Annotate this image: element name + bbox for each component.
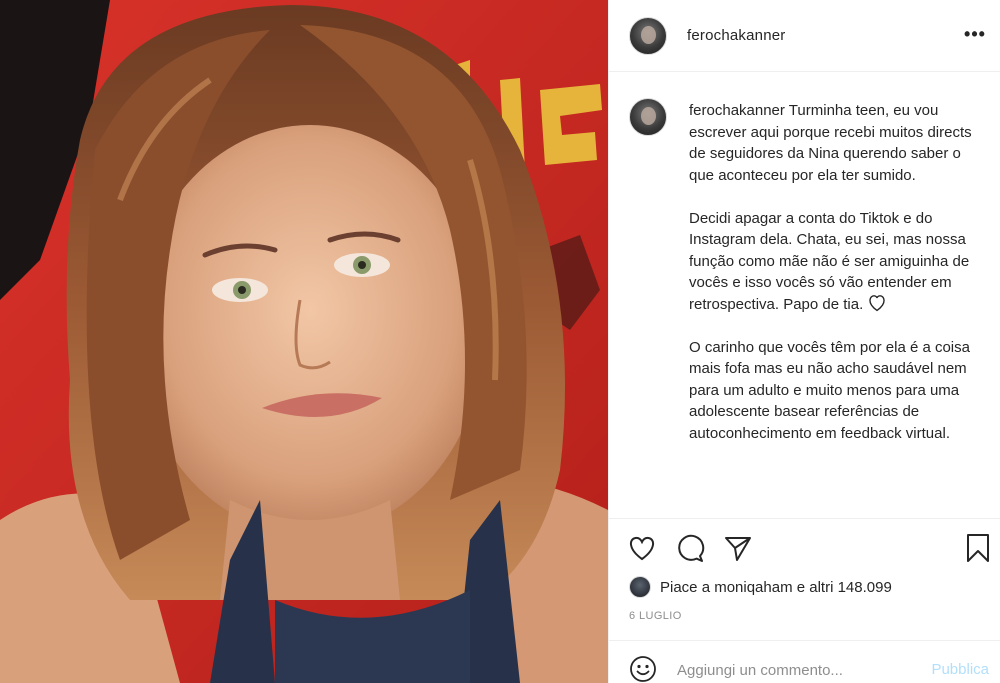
caption-username[interactable]: ferochakanner <box>689 102 785 119</box>
caption-text: ferochakanner Turminha teen, eu vou escr… <box>689 100 989 444</box>
comment-input[interactable] <box>677 659 907 681</box>
post-header: ferochakanner ••• <box>609 0 1000 72</box>
liker-avatar <box>629 576 651 598</box>
publish-button[interactable]: Pubblica <box>931 661 989 678</box>
bookmark-icon[interactable] <box>963 533 993 563</box>
post-date: 6 LUGLIO <box>629 610 682 622</box>
post-photo[interactable] <box>0 0 608 683</box>
heart-icon[interactable] <box>627 533 657 563</box>
heart-outline-icon <box>867 294 887 312</box>
caption-paragraph-2: Decidi apagar a conta do Tiktok e do Ins… <box>689 209 970 313</box>
likes-row[interactable]: Piace a moniqaham e altri 148.099 <box>629 574 892 600</box>
comment-bar: Pubblica <box>609 640 1000 683</box>
caption: ferochakanner Turminha teen, eu vou escr… <box>629 92 989 516</box>
girl-portrait-image <box>0 0 608 683</box>
comment-icon[interactable] <box>675 533 705 563</box>
action-bar <box>609 518 1000 578</box>
author-avatar[interactable] <box>629 16 667 55</box>
more-options-icon[interactable]: ••• <box>961 22 989 46</box>
paper-plane-icon[interactable] <box>723 533 753 563</box>
caption-paragraph-3: O carinho que vocês têm por ela é a cois… <box>689 338 970 442</box>
post-panel: ferochakanner ••• ferochakanner Turminha… <box>608 0 1000 683</box>
likes-text[interactable]: Piace a moniqaham e altri 148.099 <box>660 579 892 596</box>
caption-avatar[interactable] <box>629 98 667 136</box>
emoji-icon[interactable] <box>629 655 657 683</box>
author-username[interactable]: ferochakanner <box>687 27 786 44</box>
